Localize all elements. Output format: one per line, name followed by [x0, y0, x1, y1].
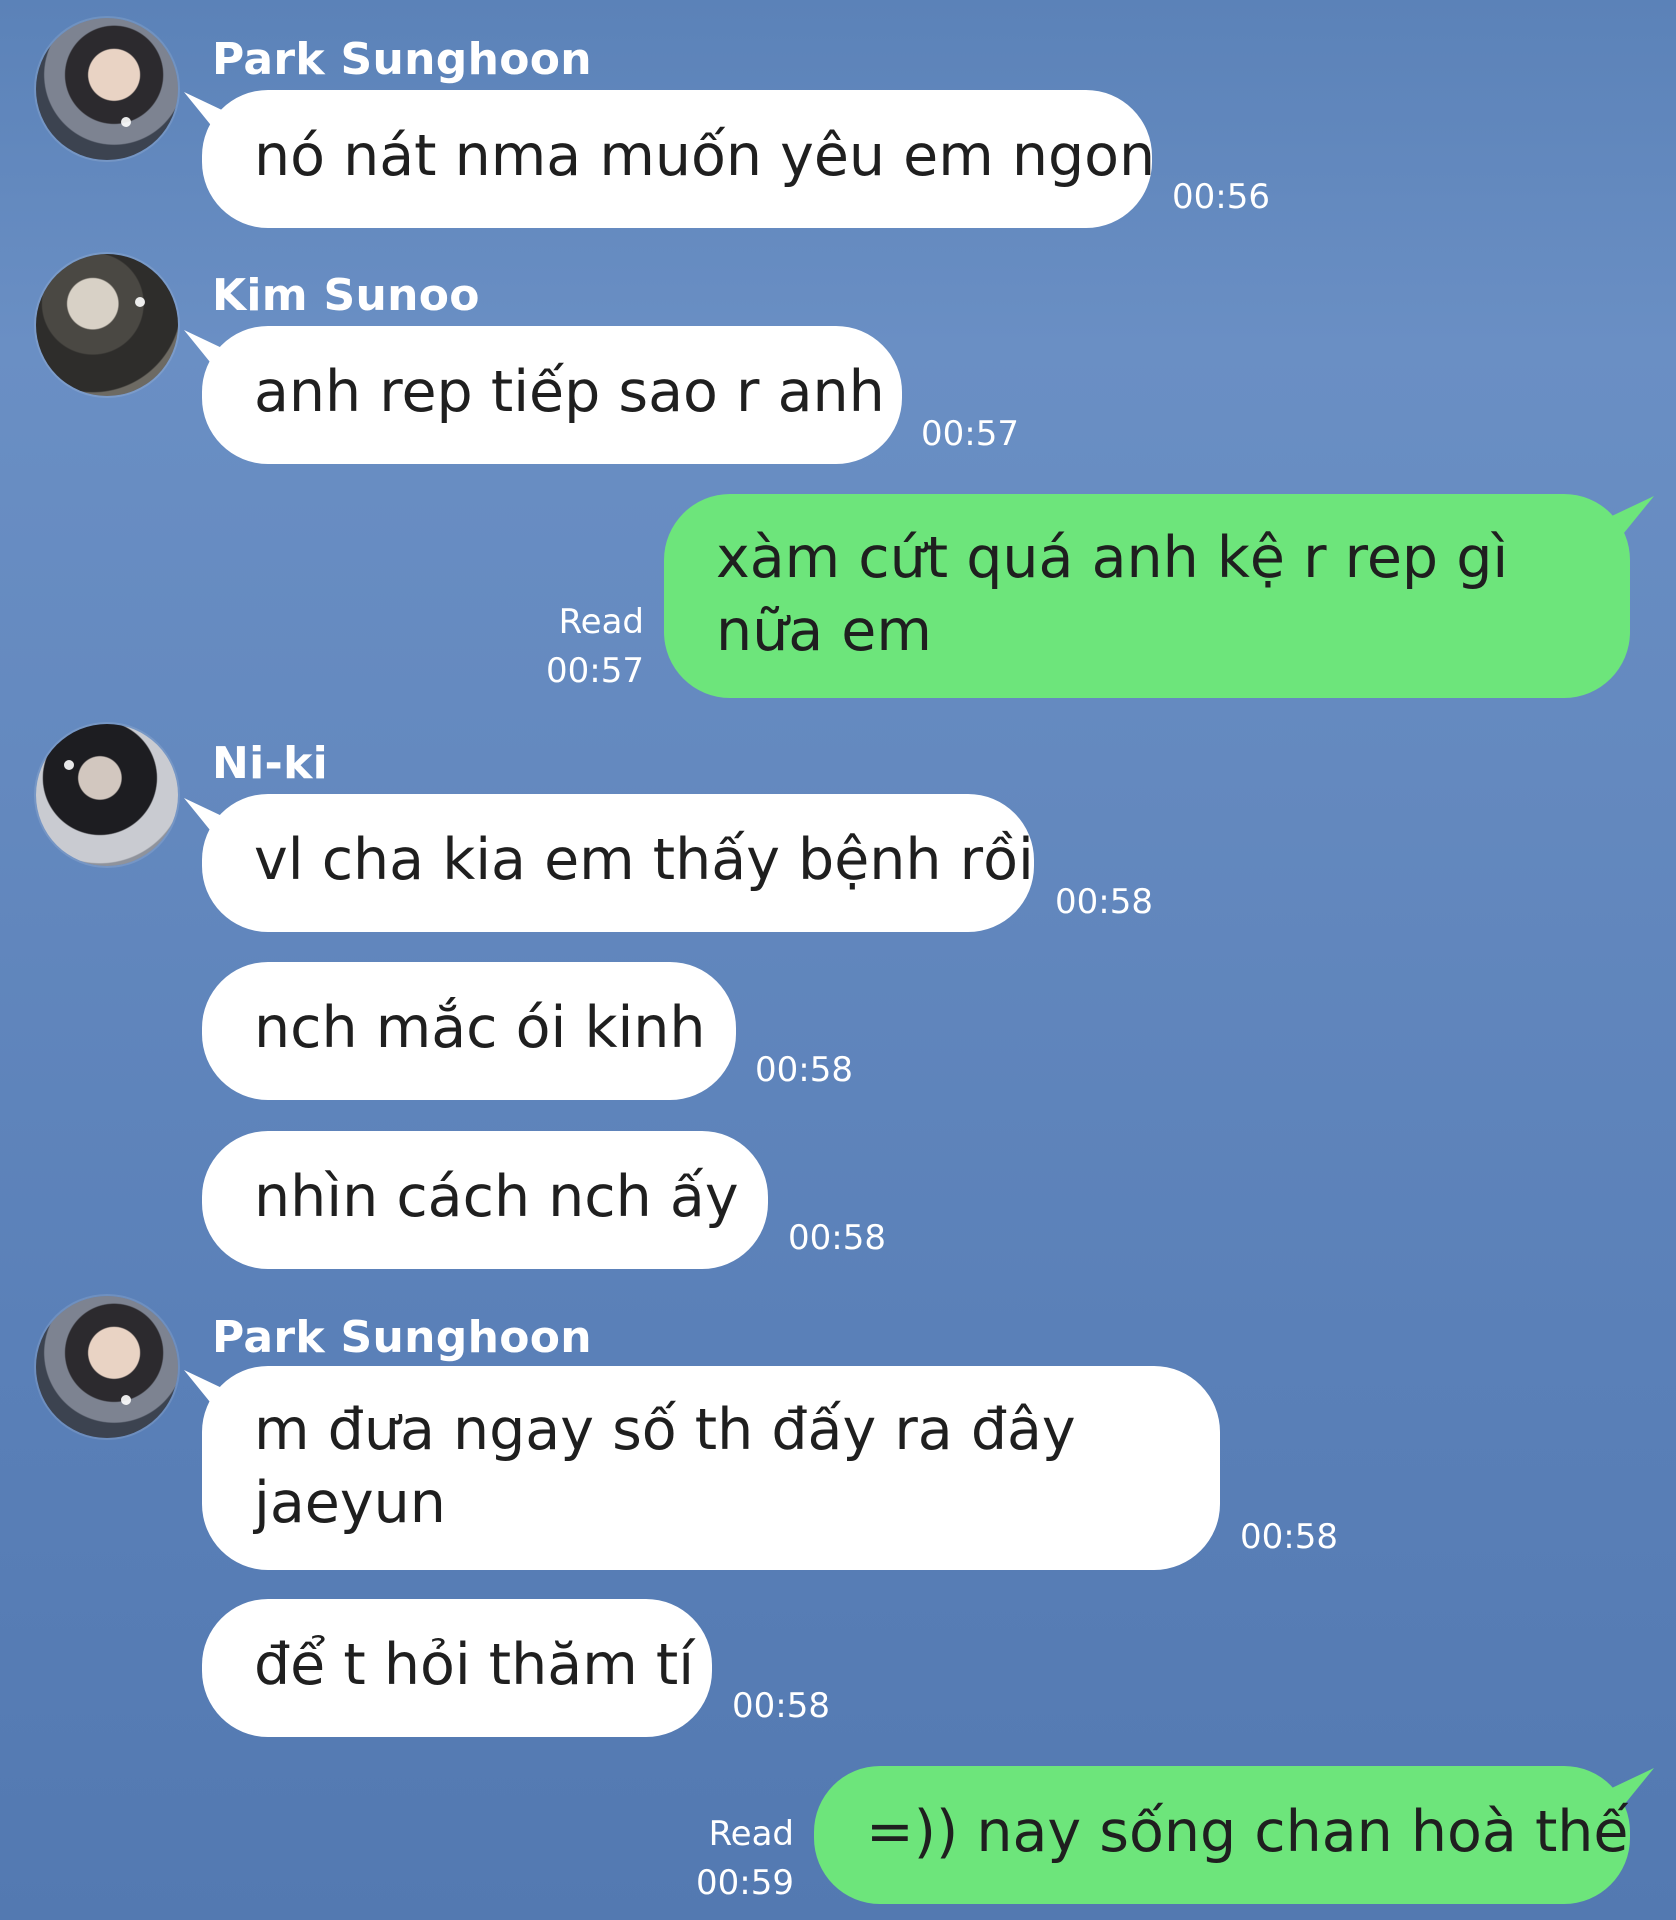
message-time: 00:58	[755, 1050, 853, 1090]
message-time: 00:57	[546, 651, 644, 691]
read-status: Read	[708, 1814, 794, 1854]
avatar[interactable]	[36, 724, 178, 866]
message-time: 00:58	[788, 1218, 886, 1258]
message-text-line: xàm cứt quá anh kệ r rep gì	[716, 525, 1509, 591]
sender-name: Kim Sunoo	[212, 270, 480, 321]
message-time: 00:57	[921, 414, 1019, 454]
message-time: 00:58	[1055, 882, 1153, 922]
sender-name: Ni-ki	[212, 738, 329, 789]
message-text: để t hỏi thăm tí	[254, 1632, 695, 1698]
message-text: vl cha kia em thấy bệnh rồi	[254, 827, 1034, 893]
message-bubble[interactable]: =)) nay sống chan hoà thế	[814, 1766, 1630, 1904]
avatar[interactable]	[36, 18, 178, 160]
sender-name: Park Sunghoon	[212, 1312, 592, 1363]
message-bubble[interactable]: nó nát nma muốn yêu em ngon	[202, 90, 1156, 228]
sender-name: Park Sunghoon	[212, 34, 592, 85]
read-status: Read	[558, 602, 644, 642]
avatar[interactable]	[36, 1296, 178, 1438]
message-time: 00:59	[696, 1863, 794, 1903]
chat-thread: Park Sunghoon nó nát nma muốn yêu em ngo…	[0, 0, 1676, 1920]
message-bubble[interactable]: xàm cứt quá anh kệ r rep gì nữa em	[664, 494, 1630, 698]
avatar[interactable]	[36, 254, 178, 396]
message-time: 00:58	[1240, 1517, 1338, 1557]
message-bubble[interactable]: vl cha kia em thấy bệnh rồi	[202, 794, 1034, 932]
message-text: =)) nay sống chan hoà thế	[866, 1799, 1629, 1865]
message-bubble[interactable]: để t hỏi thăm tí	[202, 1599, 712, 1737]
message-meta: Read 00:59	[692, 1810, 794, 1908]
message-bubble[interactable]: nch mắc ói kinh	[202, 962, 736, 1100]
message-text: anh rep tiếp sao r anh	[254, 359, 885, 425]
message-time: 00:56	[1172, 177, 1270, 217]
message-text: nch mắc ói kinh	[254, 995, 706, 1061]
message-text-line: nữa em	[716, 598, 932, 664]
message-time: 00:58	[732, 1686, 830, 1726]
message-bubble[interactable]: nhìn cách nch ấy	[202, 1131, 768, 1269]
message-bubble[interactable]: anh rep tiếp sao r anh	[202, 326, 902, 464]
message-text: nó nát nma muốn yêu em ngon	[254, 123, 1156, 189]
message-text-line: m đưa ngay số th đấy ra đây	[254, 1397, 1076, 1463]
message-text: nhìn cách nch ấy	[254, 1164, 739, 1230]
message-meta: Read 00:57	[540, 598, 644, 696]
message-bubble[interactable]: m đưa ngay số th đấy ra đây jaeyun	[202, 1366, 1220, 1570]
message-text-line: jaeyun	[254, 1470, 446, 1536]
